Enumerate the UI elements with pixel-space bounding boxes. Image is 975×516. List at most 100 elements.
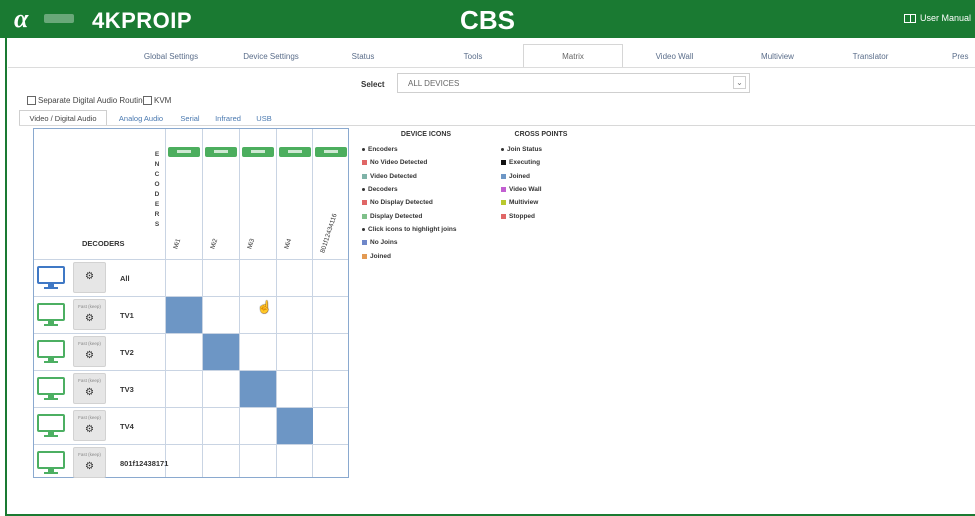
crosspoint-cell[interactable] <box>277 445 313 481</box>
decoder-settings-button[interactable]: Fast (keep) ⚙ <box>73 447 106 478</box>
decoder-mode: Fast (keep) <box>78 415 101 420</box>
legend-item: Joined <box>501 170 581 183</box>
monitor-icon[interactable] <box>37 451 65 475</box>
tab-device-settings[interactable]: Device Settings <box>231 44 311 68</box>
checkbox-box[interactable] <box>27 96 36 105</box>
legend-item: Joined <box>362 249 490 262</box>
tab-global-settings[interactable]: Global Settings <box>131 44 211 68</box>
encoder-icon[interactable] <box>242 147 274 157</box>
legend-item: No Joins <box>362 236 490 249</box>
legend-cross-points: CROSS POINTS Join Status Executing Joined Vi… <box>501 131 581 223</box>
encoder-name: Mi2 <box>209 237 220 250</box>
color-swatch <box>362 240 367 246</box>
user-manual-link[interactable]: User Manual <box>903 13 971 23</box>
tab-multiview[interactable]: Multiview <box>745 44 810 68</box>
subtab-serial[interactable]: Serial <box>176 110 204 126</box>
decoder-settings-button[interactable]: Fast (keep) ⚙ <box>73 410 106 441</box>
legend-item: Video Wall <box>501 183 581 196</box>
gear-icon: ⚙ <box>85 271 94 282</box>
legend-label: Joined <box>509 172 530 180</box>
crosspoint-cell[interactable] <box>313 334 349 370</box>
encoder-icon[interactable] <box>279 147 311 157</box>
tab-video-wall[interactable]: Video Wall <box>642 44 707 68</box>
crosspoint-cell[interactable] <box>166 260 202 296</box>
monitor-icon[interactable] <box>37 266 65 290</box>
book-icon <box>903 13 916 23</box>
legend-item: No Video Detected <box>362 156 490 169</box>
legend-label: Click icons to highlight joins <box>368 225 457 233</box>
bullet-icon <box>501 148 504 152</box>
legend-item: Join Status <box>501 143 581 156</box>
crosspoint-cell[interactable] <box>203 408 239 444</box>
tab-matrix[interactable]: Matrix <box>523 44 623 68</box>
subtab-analog-audio[interactable]: Analog Audio <box>112 110 170 126</box>
tab-tools[interactable]: Tools <box>448 44 498 68</box>
crosspoint-cell[interactable] <box>277 371 313 407</box>
subtab-video-digital-audio[interactable]: Video / Digital Audio <box>19 110 107 126</box>
crosspoint-cell[interactable] <box>203 297 239 333</box>
color-swatch <box>501 173 506 179</box>
encoder-icon[interactable] <box>205 147 237 157</box>
tab-translator[interactable]: Translator <box>838 44 903 68</box>
crosspoint-cell[interactable] <box>313 297 349 333</box>
crosspoint-cell[interactable] <box>203 371 239 407</box>
decoder-name: TV1 <box>120 311 134 320</box>
crosspoint-cell[interactable] <box>203 260 239 296</box>
crosspoint-joined[interactable] <box>203 334 239 370</box>
crosspoint-cell[interactable] <box>313 371 349 407</box>
crosspoint-cell[interactable] <box>277 334 313 370</box>
crosspoint-cell[interactable] <box>166 445 202 481</box>
legend-title: CROSS POINTS <box>514 131 568 138</box>
decoder-settings-button[interactable]: ⚙ <box>73 262 106 293</box>
hand-cursor-icon: ☝ <box>257 300 272 314</box>
crosspoint-joined[interactable] <box>240 371 276 407</box>
crosspoint-cell[interactable] <box>313 260 349 296</box>
crosspoint-cell[interactable] <box>166 334 202 370</box>
checkbox-box[interactable] <box>143 96 152 105</box>
decoder-settings-button[interactable]: Fast (keep) ⚙ <box>73 336 106 367</box>
crosspoint-cell[interactable] <box>277 260 313 296</box>
crosspoint-cell[interactable] <box>240 445 276 481</box>
legend-label: No Display Detected <box>370 199 433 207</box>
subtab-infrared[interactable]: Infrared <box>211 110 245 126</box>
monitor-icon[interactable] <box>37 377 65 401</box>
subtab-usb[interactable]: USB <box>252 110 276 126</box>
monitor-icon[interactable] <box>37 303 65 327</box>
bullet-icon <box>362 148 365 152</box>
crosspoint-cell[interactable] <box>277 297 313 333</box>
crosspoint-cell[interactable] <box>313 408 349 444</box>
crosspoint-cell[interactable] <box>313 445 349 481</box>
legend-label: Encoders <box>368 146 398 154</box>
legend-item: Decoders <box>362 183 490 196</box>
encoder-icon[interactable] <box>168 147 200 157</box>
decoder-mode: Fast (keep) <box>78 304 101 309</box>
crosspoint-cell[interactable] <box>166 371 202 407</box>
tab-status[interactable]: Status <box>338 44 388 68</box>
tab-presets[interactable]: Pres <box>952 44 975 68</box>
crosspoint-cell[interactable] <box>166 408 202 444</box>
decoder-settings-button[interactable]: Fast (keep) ⚙ <box>73 373 106 404</box>
decoder-settings-button[interactable]: Fast (keep) ⚙ <box>73 299 106 330</box>
crosspoint-cell[interactable] <box>240 334 276 370</box>
decoder-name: 801f12438171 <box>120 459 169 468</box>
crosspoint-joined[interactable] <box>166 297 202 333</box>
gear-icon: ⚙ <box>85 461 94 472</box>
legend-label: No Joins <box>370 239 398 247</box>
monitor-icon[interactable] <box>37 414 65 438</box>
routing-matrix: ENCODERS DECODERS Mi1 Mi2 Mi3 Mi4 801f124341… <box>33 128 349 478</box>
kvm-checkbox[interactable]: KVM <box>143 96 171 105</box>
device-select[interactable]: ALL DEVICES ⌄ <box>397 73 750 93</box>
crosspoint-cell[interactable] <box>240 408 276 444</box>
monitor-icon[interactable] <box>37 340 65 364</box>
legend-label: Decoders <box>368 186 398 194</box>
separate-audio-checkbox[interactable]: Separate Digital Audio Routing <box>27 96 147 105</box>
crosspoint-cell[interactable] <box>240 260 276 296</box>
encoder-icon[interactable] <box>315 147 347 157</box>
legend-label: Video Wall <box>509 186 542 194</box>
chevron-down-icon[interactable]: ⌄ <box>733 76 746 89</box>
color-swatch <box>362 173 367 179</box>
checkbox-label: Separate Digital Audio Routing <box>38 96 147 105</box>
crosspoint-cell[interactable] <box>203 445 239 481</box>
crosspoint-joined[interactable] <box>277 408 313 444</box>
legend-label: Joined <box>370 252 391 260</box>
